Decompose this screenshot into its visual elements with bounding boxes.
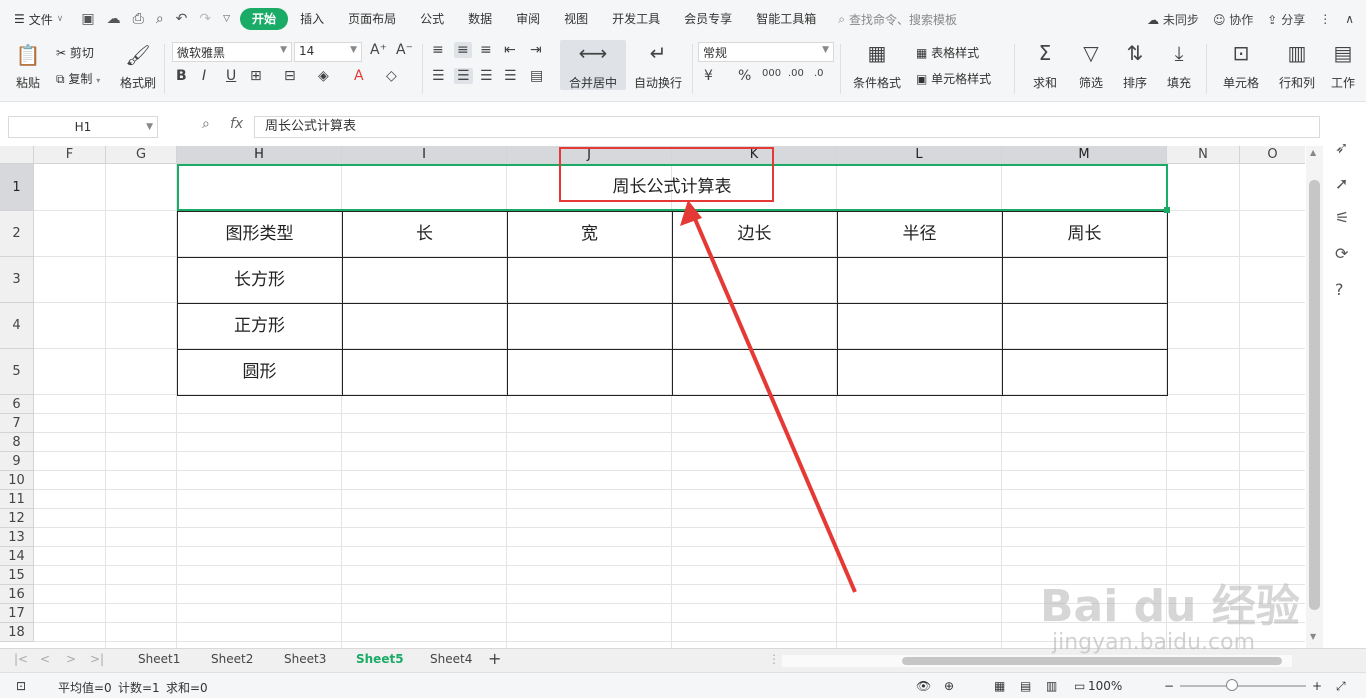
macro-record-icon[interactable]: ⊡ bbox=[16, 679, 26, 693]
normal-view-icon[interactable]: ▦ bbox=[994, 679, 1005, 693]
add-sheet-icon[interactable]: + bbox=[488, 649, 501, 668]
first-sheet-icon[interactable]: |< bbox=[14, 652, 28, 666]
status-bar: ⊡ 平均值=0 计数=1 求和=0 👁 ⊕ ▦ ▤ ▥ ▭ 100% − + ⤢ bbox=[0, 672, 1366, 698]
status-sum: 求和=0 bbox=[166, 681, 208, 695]
last-sheet-icon[interactable]: >| bbox=[90, 652, 104, 666]
prev-sheet-icon[interactable]: < bbox=[40, 652, 50, 666]
next-sheet-icon[interactable]: > bbox=[66, 652, 76, 666]
horizontal-scroll-thumb[interactable] bbox=[902, 657, 1282, 665]
eye-protection-icon[interactable]: 👁 bbox=[916, 679, 931, 693]
sheet-tab[interactable]: Sheet3 bbox=[284, 652, 326, 666]
sheet-tab[interactable]: Sheet2 bbox=[211, 652, 253, 666]
sheet-tab[interactable]: Sheet1 bbox=[138, 652, 180, 666]
status-count: 计数=1 bbox=[118, 681, 160, 695]
sheet-tab-active[interactable]: Sheet5 bbox=[356, 652, 404, 666]
sheet-tab[interactable]: Sheet4 bbox=[430, 652, 472, 666]
status-average: 平均值=0 bbox=[58, 681, 112, 695]
zoom-in-icon[interactable]: + bbox=[1312, 679, 1322, 693]
reading-view-icon[interactable]: ▭ bbox=[1074, 679, 1085, 693]
zoom-slider-thumb[interactable] bbox=[1226, 679, 1238, 691]
page-layout-view-icon[interactable]: ▤ bbox=[1020, 679, 1031, 693]
watermark-url: jingyan.baidu.com bbox=[1052, 630, 1256, 655]
zoom-out-icon[interactable]: − bbox=[1164, 679, 1174, 693]
view-mode-icon[interactable]: ⊕ bbox=[944, 679, 954, 693]
page-break-view-icon[interactable]: ▥ bbox=[1046, 679, 1057, 693]
fullscreen-icon[interactable]: ⤢ bbox=[1336, 679, 1346, 694]
horizontal-scrollbar[interactable] bbox=[782, 655, 1292, 667]
zoom-level[interactable]: 100% bbox=[1088, 679, 1122, 693]
watermark-logo: Bai du 经验 bbox=[1040, 581, 1300, 632]
zoom-slider-track[interactable] bbox=[1180, 685, 1306, 687]
splitter-icon[interactable]: ⋮ bbox=[768, 652, 780, 666]
